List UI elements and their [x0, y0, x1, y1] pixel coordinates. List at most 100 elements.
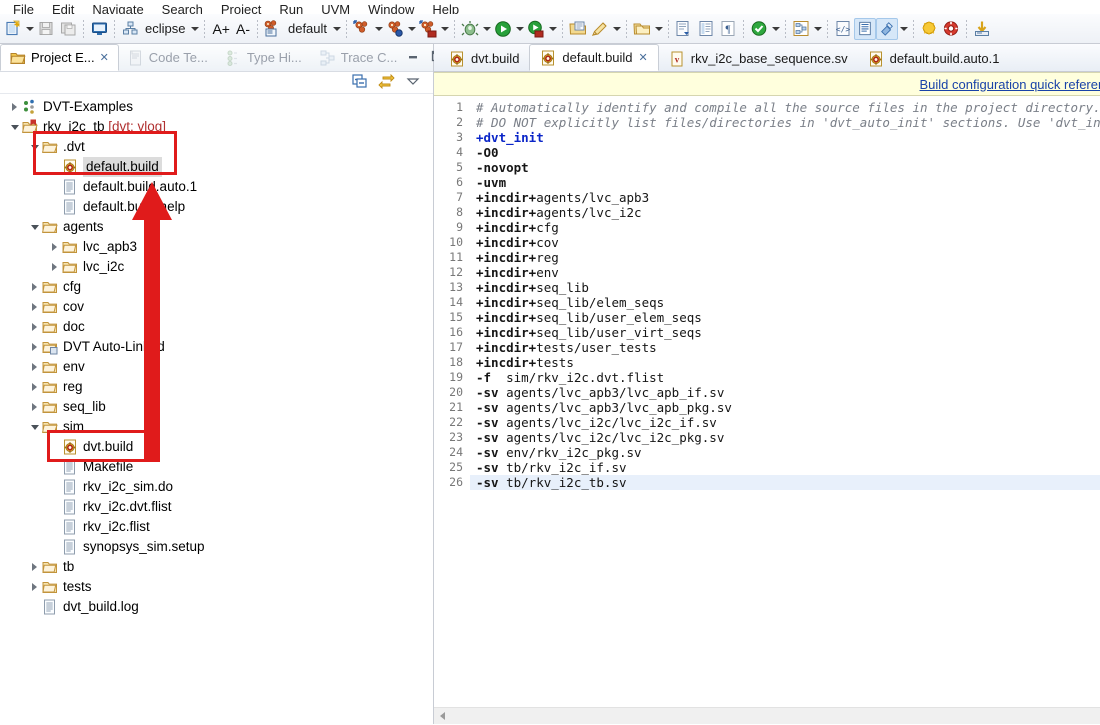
code-line[interactable]: -sv agents/lvc_apb3/lvc_apb_pkg.sv [470, 400, 1100, 415]
tree-item[interactable]: tb [0, 557, 433, 577]
run-dropdown[interactable] [514, 18, 525, 40]
link-dropdown[interactable] [898, 18, 909, 40]
download-icon[interactable] [971, 18, 993, 40]
code-line[interactable]: -O0 [470, 145, 1100, 160]
format-icon[interactable] [854, 18, 876, 40]
chevron-right-icon[interactable] [28, 317, 41, 337]
tree-item[interactable]: default.build [0, 157, 433, 177]
run-external-icon[interactable] [525, 18, 547, 40]
build-all-icon[interactable] [417, 18, 439, 40]
view-tab-trace-c[interactable]: Trace C... [311, 44, 407, 71]
tree-item[interactable]: reg [0, 377, 433, 397]
build-config-name[interactable]: eclipse [141, 21, 189, 36]
hierarchy-icon[interactable] [119, 18, 141, 40]
code-line[interactable]: +incdir+seq_lib/elem_seqs [470, 295, 1100, 310]
chevron-down-icon[interactable] [28, 417, 41, 437]
tree-item[interactable]: seq_lib [0, 397, 433, 417]
build-config-icon[interactable] [262, 18, 284, 40]
tree-item[interactable]: .dvt [0, 137, 433, 157]
code-line[interactable]: # Automatically identify and compile all… [470, 100, 1100, 115]
close-icon[interactable]: ✕ [639, 51, 648, 64]
tree-item[interactable]: env [0, 357, 433, 377]
view-tab-project-e[interactable]: Project E...✕ [0, 44, 119, 71]
menu-item-window[interactable]: Window [359, 3, 423, 14]
rebuild-icon[interactable] [384, 18, 406, 40]
rebuild-dropdown[interactable] [406, 18, 417, 40]
font-decrease-icon[interactable]: A- [233, 21, 253, 37]
code-line[interactable]: +incdir+seq_lib/user_virt_seqs [470, 325, 1100, 340]
code-line[interactable]: -uvm [470, 175, 1100, 190]
annotate-icon[interactable] [673, 18, 695, 40]
chevron-right-icon[interactable] [28, 577, 41, 597]
tree-item[interactable]: DVT Auto-Linked [0, 337, 433, 357]
font-increase-icon[interactable]: A+ [209, 21, 233, 37]
chevron-right-icon[interactable] [8, 97, 21, 117]
menu-item-navigate[interactable]: Navigate [83, 3, 152, 14]
view-tab-code-te[interactable]: Code Te... [119, 44, 217, 71]
menu-item-uvm[interactable]: UVM [312, 3, 359, 14]
code-line[interactable]: +incdir+reg [470, 250, 1100, 265]
new-file-dropdown[interactable] [24, 18, 35, 40]
view-menu-icon[interactable] [406, 74, 420, 91]
bulb-icon[interactable] [918, 18, 940, 40]
open-resource-icon[interactable] [631, 18, 653, 40]
tree-item[interactable]: DVT-Examples [0, 97, 433, 117]
collapse-all-icon[interactable] [352, 74, 367, 91]
code-line[interactable]: +incdir+seq_lib/user_elem_seqs [470, 310, 1100, 325]
chevron-down-icon[interactable] [28, 217, 41, 237]
lifebuoy-icon[interactable] [940, 18, 962, 40]
highlight-dropdown[interactable] [611, 18, 622, 40]
editor-tab-dvt-build[interactable]: dvt.build [439, 46, 529, 71]
debug-icon[interactable] [459, 18, 481, 40]
tree-item[interactable]: rkv_i2c_tb [dvt: vlog] [0, 117, 433, 137]
run-external-dropdown[interactable] [547, 18, 558, 40]
check-icon[interactable] [748, 18, 770, 40]
open-folder-icon[interactable] [567, 18, 589, 40]
build-dropdown[interactable] [373, 18, 384, 40]
tree-item[interactable]: dvt_build.log [0, 597, 433, 617]
tree-item[interactable]: cfg [0, 277, 433, 297]
code-line[interactable]: +incdir+agents/lvc_apb3 [470, 190, 1100, 205]
tree-item[interactable]: synopsys_sim.setup [0, 537, 433, 557]
tree-item[interactable]: default.build.auto.1 [0, 177, 433, 197]
tree-item[interactable]: default.build.help [0, 197, 433, 217]
editor-tab-default-build-auto-1[interactable]: default.build.auto.1 [858, 46, 1010, 71]
tree-item[interactable]: lvc_i2c [0, 257, 433, 277]
menu-item-search[interactable]: Search [153, 3, 212, 14]
tree-item[interactable]: rkv_i2c_sim.do [0, 477, 433, 497]
open-resource-dropdown[interactable] [653, 18, 664, 40]
code-line[interactable]: -sv tb/rkv_i2c_tb.sv [470, 475, 1100, 490]
source-code[interactable]: # Automatically identify and compile all… [470, 96, 1100, 707]
chevron-right-icon[interactable] [28, 357, 41, 377]
chevron-right-icon[interactable] [28, 297, 41, 317]
run-icon[interactable] [492, 18, 514, 40]
diagram-icon[interactable] [790, 18, 812, 40]
code-line[interactable]: +incdir+agents/lvc_i2c [470, 205, 1100, 220]
build-config-dropdown[interactable] [189, 18, 200, 40]
check-dropdown[interactable] [770, 18, 781, 40]
chevron-down-icon[interactable] [8, 117, 21, 137]
build-config-default[interactable]: default [284, 21, 331, 36]
code-line[interactable]: +incdir+tests/user_tests [470, 340, 1100, 355]
save-all-icon[interactable] [57, 18, 79, 40]
tree-item[interactable]: rkv_i2c.dvt.flist [0, 497, 433, 517]
chevron-right-icon[interactable] [28, 377, 41, 397]
view-tab-type-hi[interactable]: Type Hi... [217, 44, 311, 71]
minimize-icon[interactable] [406, 49, 420, 66]
link-icon[interactable] [876, 18, 898, 40]
tree-item[interactable]: cov [0, 297, 433, 317]
highlight-icon[interactable] [589, 18, 611, 40]
editor-tab-rkv-i2c-base-sequence-sv[interactable]: vrkv_i2c_base_sequence.sv [659, 46, 858, 71]
editor-tab-default-build[interactable]: default.build✕ [529, 44, 658, 71]
editor-viewport[interactable]: 1234567891011121314151617181920212223242… [434, 96, 1100, 707]
build-icon[interactable] [351, 18, 373, 40]
code-line[interactable]: -sv agents/lvc_i2c/lvc_i2c_if.sv [470, 415, 1100, 430]
save-icon[interactable] [35, 18, 57, 40]
build-all-dropdown[interactable] [439, 18, 450, 40]
code-line[interactable]: +incdir+seq_lib [470, 280, 1100, 295]
console-icon[interactable] [88, 18, 110, 40]
code-line[interactable]: -sv agents/lvc_apb3/lvc_apb_if.sv [470, 385, 1100, 400]
code-line[interactable]: -sv env/rkv_i2c_pkg.sv [470, 445, 1100, 460]
menu-item-run[interactable]: Run [270, 3, 312, 14]
code-line[interactable]: +incdir+env [470, 265, 1100, 280]
